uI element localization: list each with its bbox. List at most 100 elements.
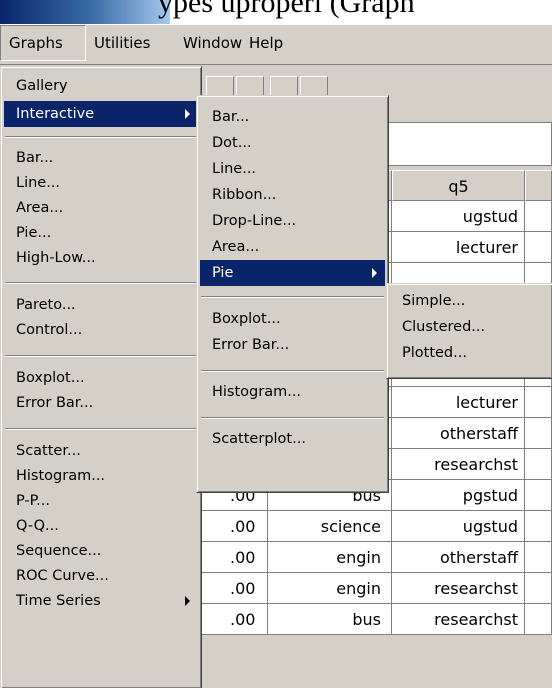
menu-item-control[interactable]: Control...	[4, 317, 198, 343]
menu-item-bar[interactable]: Bar...	[4, 145, 198, 171]
menu-item-drop-line[interactable]: Drop-Line...	[200, 208, 385, 234]
menu-item-scatterplot[interactable]: Scatterplot...	[200, 426, 385, 452]
menu-item-label: Time Series	[16, 593, 101, 609]
menu-item-sequence[interactable]: Sequence...	[4, 538, 198, 564]
menu-item-label: Gallery	[16, 78, 68, 94]
table-cell[interactable]: .00	[200, 511, 268, 542]
table-cell[interactable]	[525, 387, 552, 418]
menu-item-roc-curve[interactable]: ROC Curve...	[4, 563, 198, 589]
table-cell[interactable]: lecturer	[392, 387, 525, 418]
table-cell[interactable]: ugstud	[392, 201, 525, 232]
menu-item-label: Ribbon...	[212, 187, 277, 203]
menu-item-label: Area...	[212, 239, 260, 255]
column-header-q5[interactable]: q5	[392, 170, 525, 201]
menu-item-label: Line...	[212, 161, 257, 177]
menu-item-bar[interactable]: Bar...	[200, 104, 385, 130]
menu-item-line[interactable]: Line...	[4, 170, 198, 196]
menu-separator	[5, 428, 197, 430]
document-background: ypes uproperi (Graph	[0, 0, 552, 24]
table-cell[interactable]: science	[268, 511, 392, 542]
menu-item-label: Pareto...	[16, 297, 76, 313]
menu-item-high-low[interactable]: High-Low...	[4, 245, 198, 271]
menu-item-label: Q-Q...	[16, 518, 59, 534]
menu-item-time-series[interactable]: Time Series	[4, 588, 198, 614]
menu-item-clustered[interactable]: Clustered...	[390, 314, 549, 340]
column-header-4[interactable]	[525, 170, 552, 201]
menu-item-label: Simple...	[402, 293, 466, 309]
table-cell[interactable]	[525, 573, 552, 604]
menu-item-label: Boxplot...	[16, 370, 85, 386]
menu-item-label: Sequence...	[16, 543, 102, 559]
menu-item-boxplot[interactable]: Boxplot...	[200, 306, 385, 332]
table-cell[interactable]: .00	[200, 573, 268, 604]
menu-item-label: Control...	[16, 322, 83, 338]
table-cell[interactable]: pgstud	[392, 480, 525, 511]
table-cell[interactable]: ugstud	[392, 511, 525, 542]
interactive-submenu: Bar... Dot... Line... Ribbon... Drop-Line...…	[196, 95, 389, 493]
table-cell[interactable]: otherstaff	[392, 542, 525, 573]
table-cell[interactable]	[525, 201, 552, 232]
menu-item-label: Line...	[16, 175, 61, 191]
menu-separator	[201, 417, 384, 419]
menu-item-dot[interactable]: Dot...	[200, 130, 385, 156]
submenu-arrow-icon	[372, 268, 377, 278]
graphs-menu: Gallery Interactive Bar... Line... Area... Pi…	[0, 66, 202, 688]
table-cell[interactable]: researchst	[392, 604, 525, 635]
table-cell[interactable]	[525, 604, 552, 635]
table-cell[interactable]: engin	[268, 542, 392, 573]
submenu-arrow-icon	[185, 596, 190, 606]
menu-item-area[interactable]: Area...	[200, 234, 385, 260]
table-cell[interactable]: engin	[268, 573, 392, 604]
menu-item-label: Clustered...	[402, 319, 486, 335]
menu-separator	[201, 370, 384, 372]
menu-item-label: Scatter...	[16, 443, 81, 459]
menu-item-gallery[interactable]: Gallery	[4, 73, 198, 99]
menu-item-pie[interactable]: Pie	[200, 260, 385, 286]
menu-item-label: Pie...	[16, 225, 52, 241]
menu-item-pie[interactable]: Pie...	[4, 220, 198, 246]
menu-item-label: Error Bar...	[212, 337, 290, 353]
menu-item-plotted[interactable]: Plotted...	[390, 340, 549, 366]
table-cell[interactable]	[525, 418, 552, 449]
menu-separator	[5, 136, 197, 138]
menu-item-histogram[interactable]: Histogram...	[200, 379, 385, 405]
menu-item-line[interactable]: Line...	[200, 156, 385, 182]
menu-item-interactive[interactable]: Interactive	[4, 101, 198, 127]
menu-item-label: Scatterplot...	[212, 431, 306, 447]
menu-item-area[interactable]: Area...	[4, 195, 198, 221]
menu-item-pareto[interactable]: Pareto...	[4, 292, 198, 318]
menu-graphs[interactable]: Graphs	[0, 25, 86, 61]
table-cell[interactable]	[525, 480, 552, 511]
menu-item-p-p[interactable]: P-P...	[4, 488, 198, 514]
table-cell[interactable]	[525, 542, 552, 573]
table-cell[interactable]: bus	[268, 604, 392, 635]
menu-item-histogram[interactable]: Histogram...	[4, 463, 198, 489]
menu-separator	[5, 282, 197, 284]
table-cell[interactable]: researchst	[392, 573, 525, 604]
table-cell[interactable]: .00	[200, 542, 268, 573]
menu-item-ribbon[interactable]: Ribbon...	[200, 182, 385, 208]
menu-item-boxplot[interactable]: Boxplot...	[4, 365, 198, 391]
menu-item-q-q[interactable]: Q-Q...	[4, 513, 198, 539]
menu-utilities[interactable]: Utilities	[89, 25, 155, 61]
table-cell[interactable]	[525, 511, 552, 542]
menu-item-error-bar[interactable]: Error Bar...	[4, 390, 198, 416]
table-cell[interactable]: otherstaff	[392, 418, 525, 449]
menu-item-scatter[interactable]: Scatter...	[4, 438, 198, 464]
document-text: ypes uproperi (Graph	[158, 0, 415, 19]
table-cell[interactable]	[525, 449, 552, 480]
table-cell[interactable]: .00	[200, 604, 268, 635]
pie-submenu: Simple... Clustered... Plotted...	[386, 283, 552, 379]
menu-window[interactable]: Window	[178, 25, 247, 61]
menu-item-label: Bar...	[212, 109, 250, 125]
window-title-bar[interactable]	[0, 0, 170, 24]
menu-help[interactable]: Help	[244, 25, 288, 61]
menu-item-error-bar[interactable]: Error Bar...	[200, 332, 385, 358]
table-cell[interactable]: researchst	[392, 449, 525, 480]
menu-item-label: Plotted...	[402, 345, 467, 361]
menu-separator	[201, 296, 384, 298]
menu-item-label: Histogram...	[212, 384, 302, 400]
menu-item-simple[interactable]: Simple...	[390, 288, 549, 314]
table-cell[interactable]: lecturer	[392, 232, 525, 263]
table-cell[interactable]	[525, 232, 552, 263]
